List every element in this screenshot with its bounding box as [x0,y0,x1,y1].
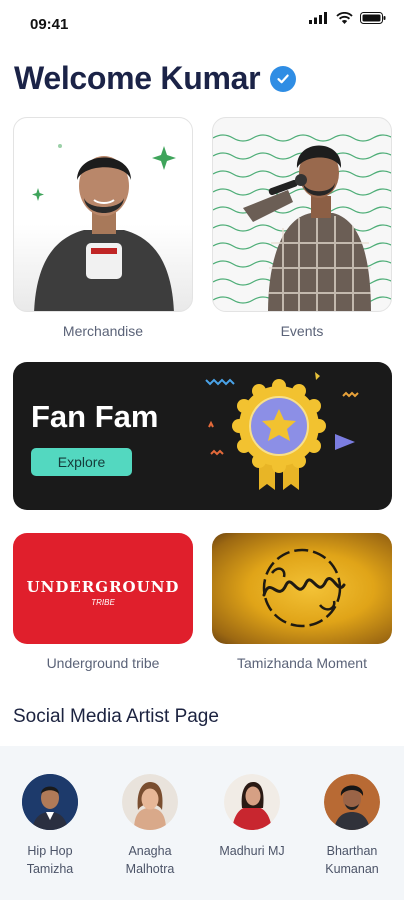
underground-tribe-card[interactable]: UNDERGROUND TRIBE [13,533,193,644]
tamizhanda-moment-label: Tamizhanda Moment [237,655,367,671]
artist-list: Hip Hop Tamizha Anagha Malhotra Madhuri … [0,746,404,900]
tamizhanda-moment-card[interactable] [212,533,392,644]
artist-avatar [324,774,380,830]
tamizhanda-logo-icon [262,548,346,628]
artist-name: Madhuri MJ [212,842,292,860]
merchandise-card[interactable] [13,117,193,312]
artist-item[interactable]: Madhuri MJ [212,774,292,860]
events-photo [213,134,391,311]
header: Welcome Kumar [14,60,297,97]
artist-name-line2: Kumanan [325,862,379,876]
status-time: 09:41 [30,16,69,33]
artist-item[interactable]: Bharthan Kumanan [312,774,392,878]
fan-fam-banner[interactable]: Fan Fam Explore [13,362,392,510]
artist-name-line2: Tamizha [26,862,74,876]
artist-name: Hip Hop Tamizha [10,842,90,878]
artist-name: Bharthan Kumanan [312,842,392,878]
page-title: Welcome Kumar [14,60,261,96]
events-label: Events [280,323,324,339]
fan-fam-title: Fan Fam [31,399,159,434]
events-card[interactable] [212,117,392,312]
artist-name-line2: Malhotra [125,862,175,876]
merchandise-photo [32,144,176,311]
underground-logo-subtext: TRIBE [91,598,115,607]
status-icons [309,12,386,24]
battery-icon [360,12,386,24]
underground-tribe-label: Underground tribe [46,655,160,671]
artist-name-line1: Bharthan [326,844,378,858]
artist-item[interactable]: Hip Hop Tamizha [10,774,90,878]
wifi-icon [336,12,353,24]
signal-icon [309,12,327,24]
artist-name: Anagha Malhotra [110,842,190,878]
artist-avatar [122,774,178,830]
award-badge-icon [205,372,359,490]
explore-button[interactable]: Explore [31,448,132,476]
status-bar: 09:41 [0,0,404,44]
artist-item[interactable]: Anagha Malhotra [110,774,190,878]
artist-avatar [22,774,78,830]
merchandise-label: Merchandise [62,323,144,339]
underground-logo-text: UNDERGROUND [26,578,180,596]
verified-badge-icon [270,65,297,92]
artist-name-line1: Hip Hop [27,844,73,858]
artist-section-title: Social Media Artist Page [13,706,219,727]
artist-name-line1: Anagha [128,844,172,858]
artist-name-line1: Madhuri MJ [219,844,285,858]
artist-avatar [224,774,280,830]
